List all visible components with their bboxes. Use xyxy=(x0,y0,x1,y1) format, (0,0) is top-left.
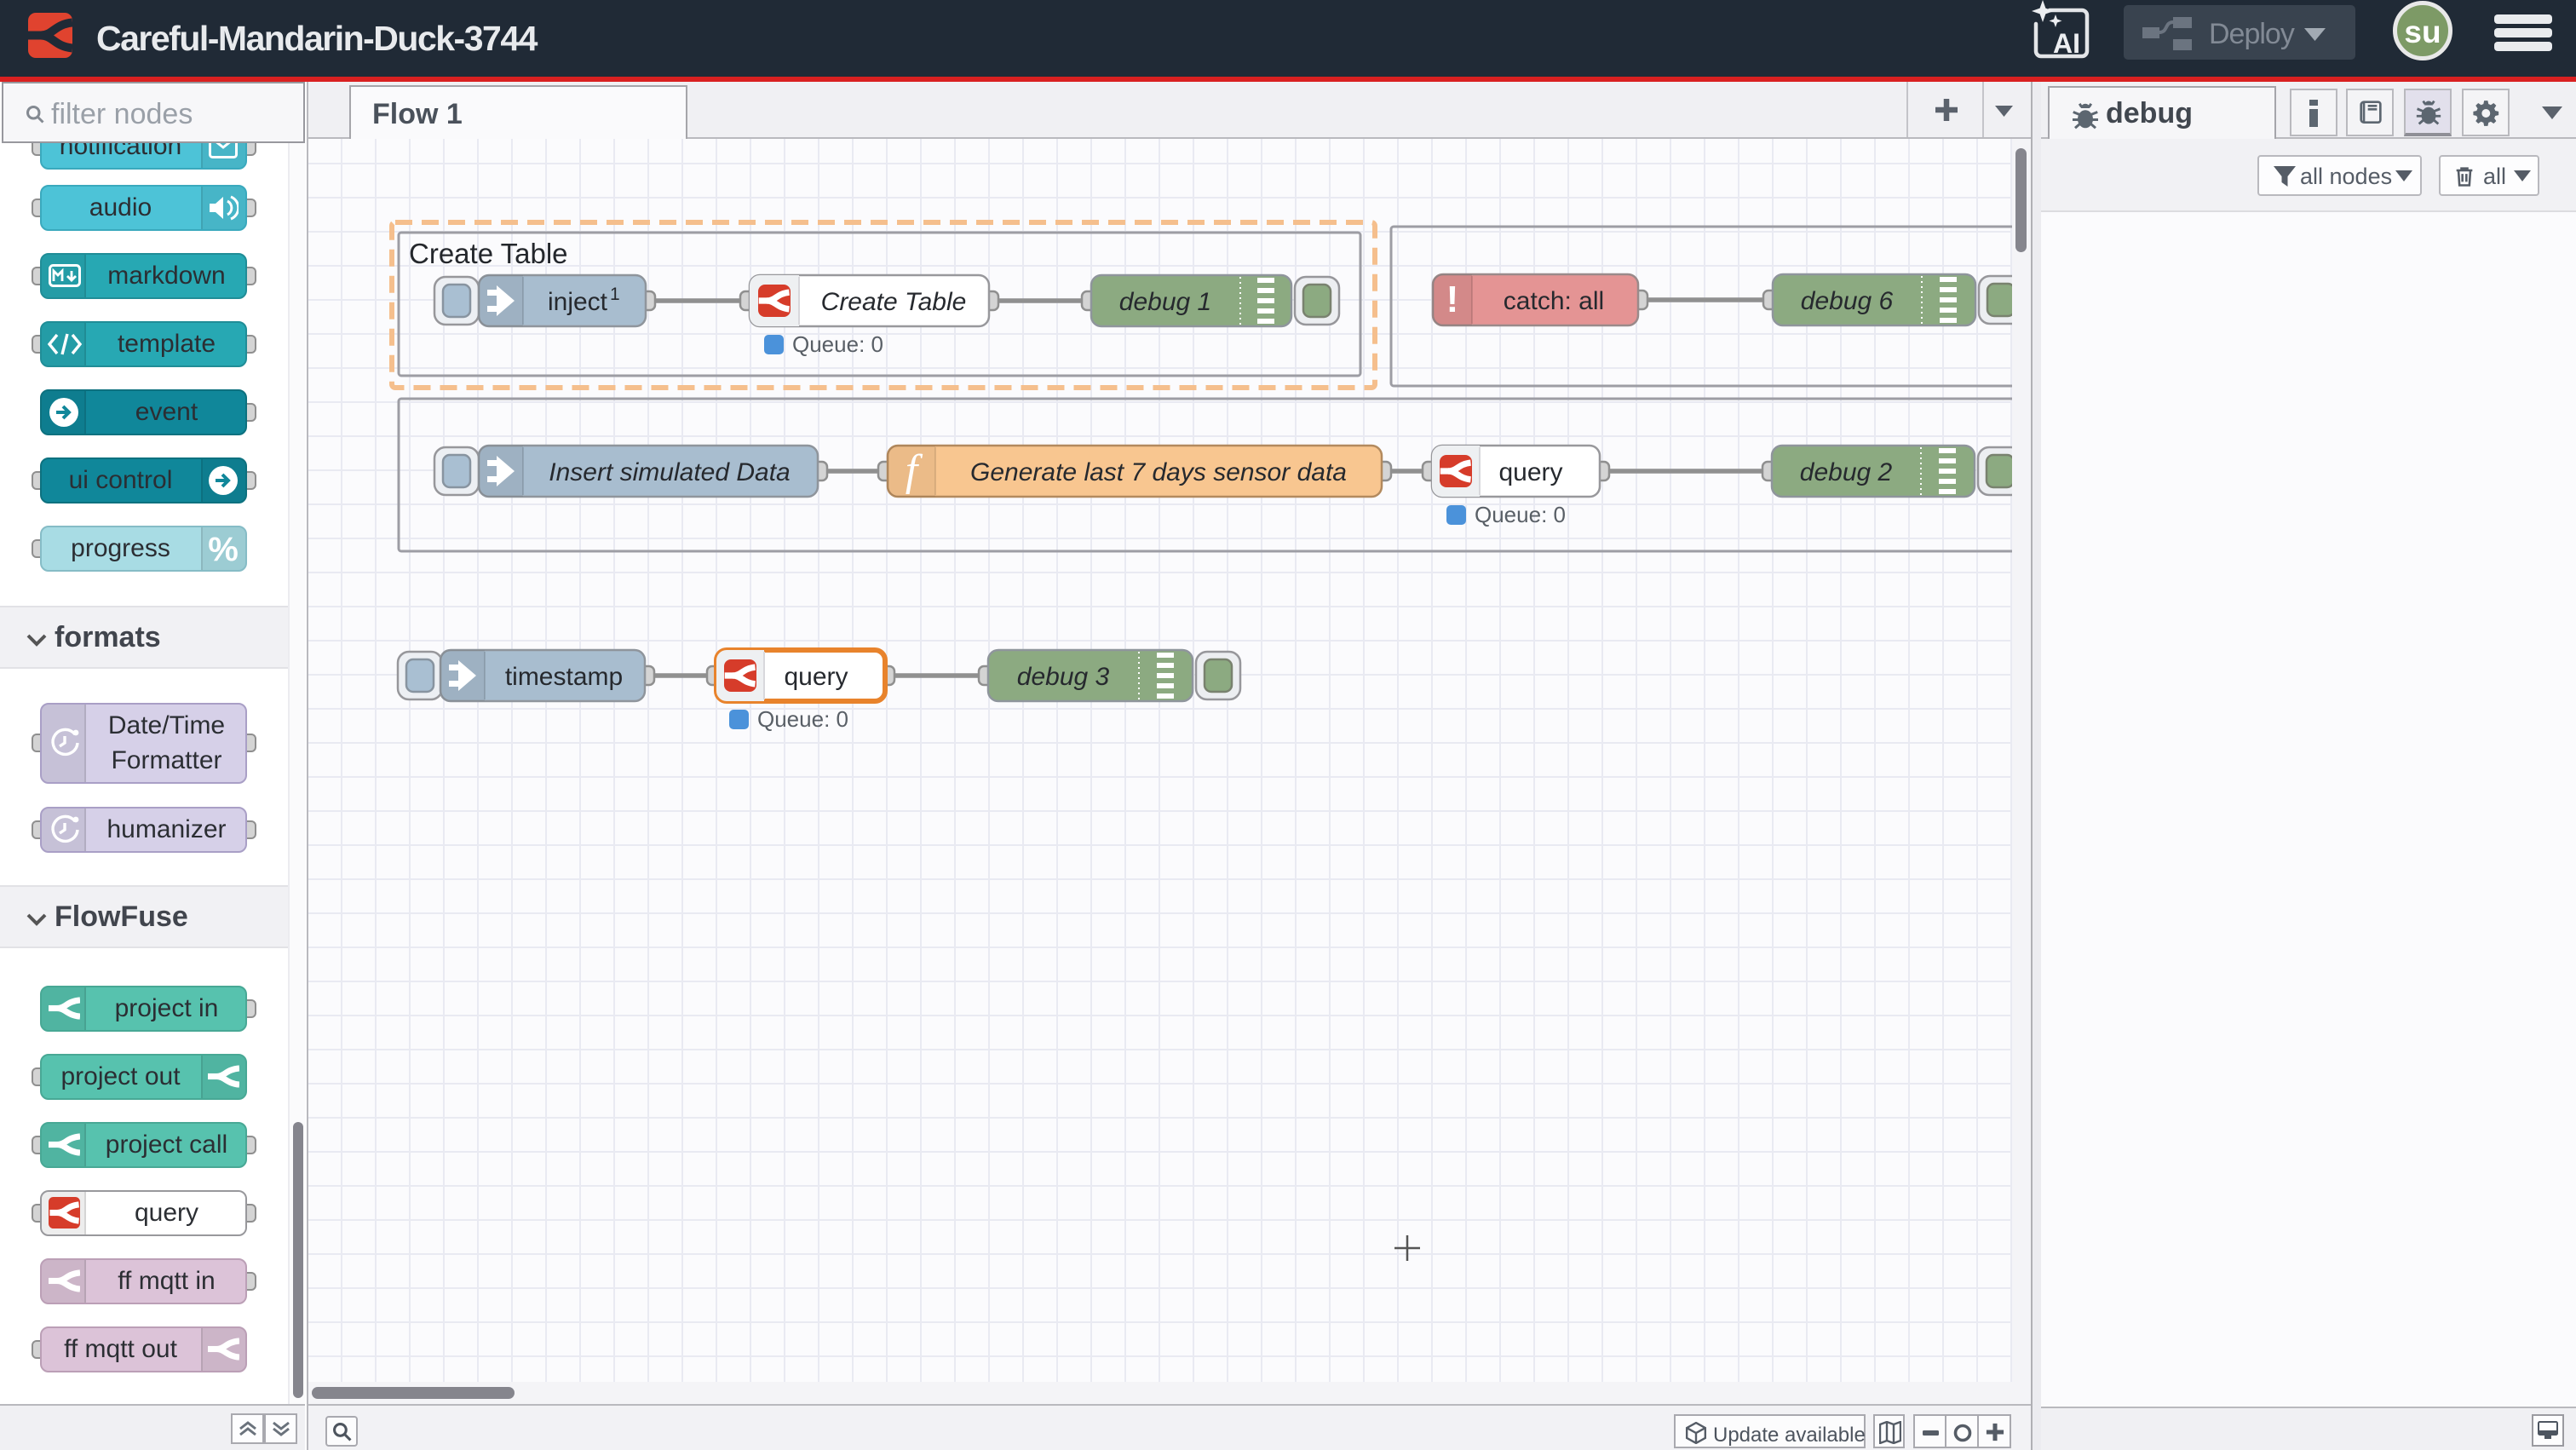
svg-text:Queue: 0: Queue: 0 xyxy=(757,706,848,732)
svg-text:Generate last 7 days sensor da: Generate last 7 days sensor data xyxy=(970,458,1347,486)
svg-text:timestamp: timestamp xyxy=(505,663,623,691)
svg-text:query: query xyxy=(1498,458,1562,486)
svg-text:AI: AI xyxy=(2053,28,2080,59)
svg-text:Insert simulated Data: Insert simulated Data xyxy=(549,458,790,486)
svg-text:query: query xyxy=(784,663,848,691)
svg-text:Queue: 0: Queue: 0 xyxy=(792,331,883,357)
svg-text:Create Table: Create Table xyxy=(409,238,568,269)
svg-text:inject: inject xyxy=(548,288,608,316)
svg-text:1: 1 xyxy=(610,285,620,304)
svg-text:debug 1: debug 1 xyxy=(1119,288,1211,316)
svg-text:Queue: 0: Queue: 0 xyxy=(1475,502,1566,527)
svg-text:debug 6: debug 6 xyxy=(1801,287,1894,315)
svg-text:catch: all: catch: all xyxy=(1504,287,1604,315)
svg-text:debug 2: debug 2 xyxy=(1800,458,1893,486)
svg-text:!: ! xyxy=(1446,279,1459,320)
svg-text:Create Table: Create Table xyxy=(821,288,967,316)
svg-text:debug 3: debug 3 xyxy=(1017,663,1110,691)
